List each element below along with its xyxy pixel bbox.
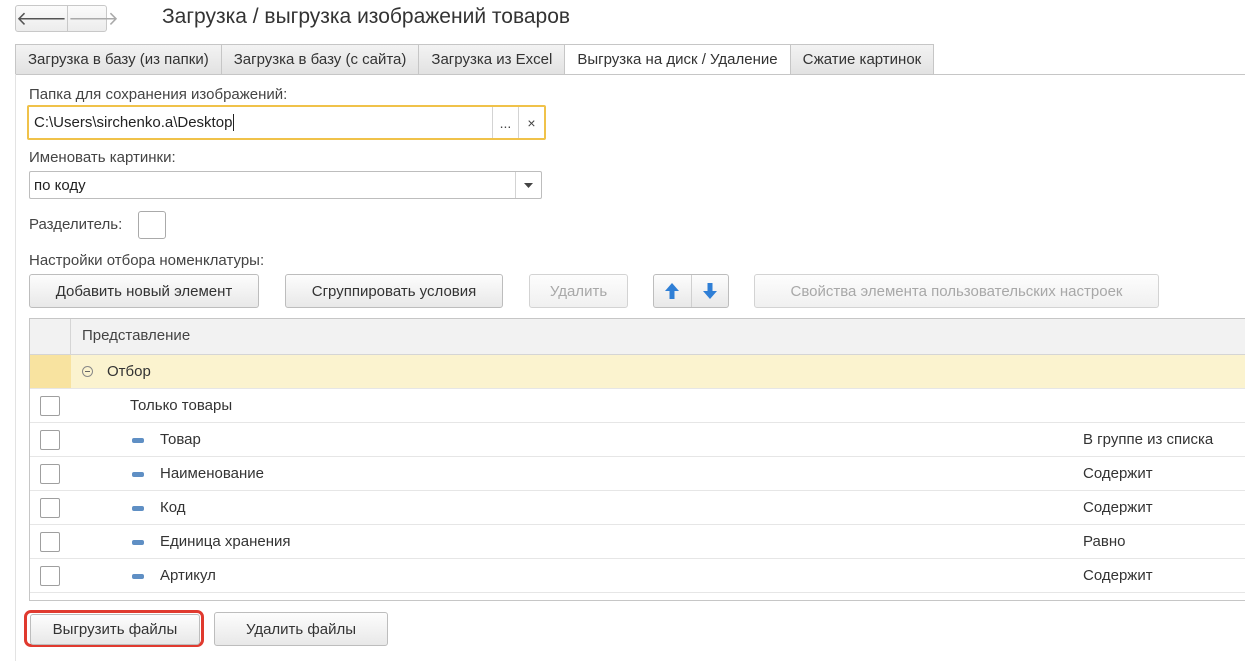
separator-field[interactable]: [138, 211, 166, 239]
clear-icon[interactable]: ×: [518, 107, 544, 138]
header-check-column: [30, 319, 71, 355]
naming-select[interactable]: по коду: [29, 171, 542, 199]
collapse-icon[interactable]: [82, 366, 93, 377]
row-name: Артикул: [160, 567, 216, 584]
row-condition: Содержит: [1083, 499, 1153, 516]
filter-table: Представление Отбор Только товары Товар …: [29, 318, 1245, 601]
tab-export-delete[interactable]: Выгрузка на диск / Удаление: [564, 44, 791, 75]
folder-input[interactable]: C:\Users\sirchenko.a\Desktop ... ×: [27, 105, 546, 140]
table-row[interactable]: Только товары: [30, 389, 1245, 423]
add-element-button[interactable]: Добавить новый элемент: [29, 274, 259, 308]
row-condition: В группе из списка: [1083, 431, 1214, 448]
table-header: Представление: [30, 319, 1245, 355]
filter-item-icon: [132, 574, 144, 579]
row-selector: [30, 355, 71, 388]
row-checkbox[interactable]: [40, 498, 60, 518]
row-checkbox[interactable]: [40, 464, 60, 484]
element-properties-button[interactable]: Свойства элемента пользовательских настр…: [754, 274, 1159, 308]
tab-bar: Загрузка в базу (из папки) Загрузка в ба…: [15, 44, 935, 75]
table-row[interactable]: Артикул Содержит: [30, 559, 1245, 593]
tab-compress[interactable]: Сжатие картинок: [789, 44, 935, 75]
separator-label: Разделитель:: [29, 216, 123, 233]
move-buttons: [653, 274, 729, 308]
page-title: Загрузка / выгрузка изображений товаров: [162, 5, 571, 28]
row-condition: Содержит: [1083, 465, 1153, 482]
chevron-down-icon[interactable]: [515, 172, 541, 198]
back-button[interactable]: 🡐: [16, 6, 67, 31]
tab-load-folder[interactable]: Загрузка в базу (из папки): [15, 44, 222, 75]
forward-button[interactable]: 🡒: [66, 6, 119, 31]
group-conditions-button[interactable]: Сгруппировать условия: [285, 274, 503, 308]
table-row[interactable]: Наименование Содержит: [30, 457, 1245, 491]
filter-item-icon: [132, 472, 144, 477]
column-header-presentation[interactable]: Представление: [82, 319, 190, 353]
naming-label: Именовать картинки:: [29, 149, 176, 166]
row-checkbox[interactable]: [40, 532, 60, 552]
tab-load-site[interactable]: Загрузка в базу (с сайта): [220, 44, 420, 75]
export-files-button[interactable]: Выгрузить файлы: [30, 614, 200, 645]
arrow-up-icon: [665, 283, 680, 299]
filter-label: Настройки отбора номенклатуры:: [29, 252, 265, 269]
filter-item-icon: [132, 506, 144, 511]
row-name: Наименование: [160, 465, 264, 482]
delete-files-button[interactable]: Удалить файлы: [214, 612, 388, 646]
navigation-buttons: 🡐 🡒: [15, 5, 119, 32]
arrow-down-icon: [702, 283, 717, 299]
row-condition: Содержит: [1083, 567, 1153, 584]
row-checkbox[interactable]: [40, 566, 60, 586]
table-row[interactable]: Единица хранения Равно: [30, 525, 1245, 559]
arrow-right-icon: 🡒: [67, 8, 119, 30]
move-down-button[interactable]: [690, 275, 729, 307]
row-name: Только товары: [130, 397, 233, 414]
table-row[interactable]: Товар В группе из списка: [30, 423, 1245, 457]
filter-item-icon: [132, 438, 144, 443]
delete-element-button[interactable]: Удалить: [529, 274, 628, 308]
row-checkbox[interactable]: [40, 430, 60, 450]
row-name: Единица хранения: [160, 533, 291, 550]
folder-label: Папка для сохранения изображений:: [29, 86, 288, 103]
filter-item-icon: [132, 540, 144, 545]
row-name: Код: [160, 499, 186, 516]
panel-border: [15, 74, 16, 661]
row-name: Товар: [160, 431, 201, 448]
naming-select-value[interactable]: по коду: [30, 177, 515, 194]
table-group-row[interactable]: Отбор: [30, 355, 1245, 389]
row-condition: Равно: [1083, 533, 1126, 550]
arrow-left-icon: 🡐: [16, 8, 67, 30]
text-cursor: [233, 114, 235, 132]
row-checkbox[interactable]: [40, 396, 60, 416]
tab-divider: [15, 74, 1245, 75]
group-row-label: Отбор: [107, 363, 151, 380]
choose-folder-button[interactable]: ...: [492, 107, 518, 138]
folder-value[interactable]: C:\Users\sirchenko.a\Desktop: [29, 114, 492, 132]
tab-load-excel[interactable]: Загрузка из Excel: [418, 44, 566, 75]
table-row[interactable]: Код Содержит: [30, 491, 1245, 525]
move-up-button[interactable]: [654, 275, 691, 307]
